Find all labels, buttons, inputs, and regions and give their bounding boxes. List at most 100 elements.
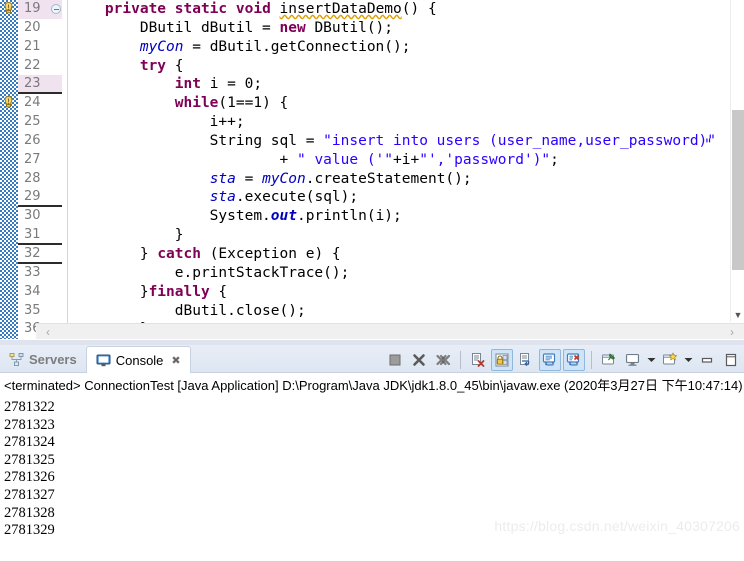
minimize-button[interactable] xyxy=(696,349,718,371)
line-number: 21 xyxy=(24,38,41,54)
editor-gutter-separator xyxy=(67,0,68,339)
pin-console-icon xyxy=(601,352,617,368)
clear-console-icon xyxy=(470,352,486,368)
scroll-lock-icon xyxy=(494,352,510,368)
double-x-mark-icon xyxy=(435,352,451,368)
line-number: 22 xyxy=(24,57,41,73)
remove-all-terminated-button[interactable] xyxy=(432,349,454,371)
code-line: dButil.close(); xyxy=(70,302,306,319)
console-output-line: 2781323 xyxy=(4,416,55,433)
minimize-icon xyxy=(699,352,715,368)
console-output-line: 2781324 xyxy=(4,434,55,451)
view-tab-bar: Servers Console ✖ xyxy=(0,345,744,374)
stop-square-icon xyxy=(387,352,403,368)
code-line: int i = 0; xyxy=(174,76,263,93)
code-line: i++; xyxy=(70,114,245,131)
console-output-line: 2781328 xyxy=(4,504,55,521)
maximize-icon xyxy=(723,352,739,368)
code-line: System.out.println(i); xyxy=(70,208,402,225)
code-fold-collapse-icon[interactable] xyxy=(51,4,61,14)
code-line: String sql = "insert into users (user_na… xyxy=(70,132,717,149)
line-number: 28 xyxy=(24,170,41,186)
line-number-list: 19 20 21 22 23 24 25 26 27 28 29 30 31 32 33 34 35 36 xyxy=(18,0,62,339)
console-output-line: 2781329 xyxy=(4,522,55,539)
source-code-area[interactable]: private static void insertDataDemo() { D… xyxy=(70,0,730,339)
line-number: 33 xyxy=(24,264,41,280)
remove-launch-button[interactable] xyxy=(408,349,430,371)
line-number: 26 xyxy=(24,132,41,148)
line-number: 31 xyxy=(18,226,62,245)
console-output-area[interactable]: <terminated> ConnectionTest [Java Applic… xyxy=(0,373,744,561)
line-number: 19 xyxy=(18,0,62,19)
terminate-button[interactable] xyxy=(384,349,406,371)
separator-1 xyxy=(460,351,461,369)
tab-console[interactable]: Console ✖ xyxy=(85,346,191,374)
console-output-line: 2781322 xyxy=(4,399,55,415)
editor-annotation-ruler[interactable] xyxy=(0,0,18,339)
java-source-editor[interactable]: 19 20 21 22 23 24 25 26 27 28 29 30 31 32 33 34 35 36 !! … xyxy=(0,0,744,339)
code-line: sta.execute(sql); xyxy=(209,189,359,206)
tab-servers[interactable]: Servers xyxy=(0,345,86,373)
open-console-button[interactable] xyxy=(659,349,681,371)
tab-close-icon[interactable]: ✖ xyxy=(171,354,180,367)
open-console-dropdown[interactable] xyxy=(683,349,694,371)
line-number: 25 xyxy=(24,114,41,130)
x-mark-icon xyxy=(411,352,427,368)
code-line: private static void insertDataDemo() { xyxy=(104,1,437,17)
warning-marker-icon[interactable]: ! xyxy=(1,95,17,111)
console-output-line: 2781326 xyxy=(4,469,55,486)
pin-console-button[interactable] xyxy=(598,349,620,371)
console-output-line: 2781325 xyxy=(4,451,55,468)
console-view: Servers Console ✖ <terminated> ConnectionT… xyxy=(0,345,744,561)
line-number: 35 xyxy=(24,302,41,318)
console-icon xyxy=(96,353,111,368)
line-number: 32 xyxy=(18,245,62,264)
code-line: } xyxy=(70,227,184,244)
code-line: sta = myCon.createStatement(); xyxy=(209,170,472,187)
code-line: + " value ('"+i+"','password')"; xyxy=(70,151,559,168)
scroll-lock-button[interactable] xyxy=(491,349,513,371)
clear-console-button[interactable] xyxy=(467,349,489,371)
code-line: }finally { xyxy=(70,283,228,300)
show-console-stderr-icon xyxy=(566,352,582,368)
scroll-left-icon[interactable]: ‹ xyxy=(40,324,56,339)
line-number: 24 xyxy=(24,95,41,111)
show-console-on-output-button[interactable] xyxy=(539,349,561,371)
new-console-icon xyxy=(662,352,678,368)
console-output-lines: 2781322 2781323 2781324 2781325 2781326 27813… xyxy=(0,399,744,540)
console-terminated-header: <terminated> ConnectionTest [Java Applic… xyxy=(4,378,743,393)
tab-label: Servers xyxy=(29,351,77,367)
code-line: myCon = dButil.getConnection(); xyxy=(139,38,411,55)
view-tab-list: Servers Console ✖ xyxy=(0,345,191,374)
line-number: 29 xyxy=(18,188,62,208)
servers-icon xyxy=(9,352,24,367)
code-line: try { xyxy=(139,57,184,74)
display-console-icon xyxy=(625,352,641,368)
warning-marker-icon[interactable]: ! xyxy=(1,1,17,17)
word-wrap-button[interactable] xyxy=(515,349,537,371)
code-line: e.printStackTrace(); xyxy=(70,264,350,281)
line-number: 23 xyxy=(18,75,62,95)
display-selected-console-dropdown[interactable] xyxy=(646,349,657,371)
scroll-right-icon[interactable]: › xyxy=(724,324,740,339)
scroll-down-icon[interactable]: ▼ xyxy=(731,308,744,322)
code-line: while(1==1) { xyxy=(174,95,289,112)
svg-text:!: ! xyxy=(7,4,10,12)
console-toolbar xyxy=(384,347,742,373)
editor-vertical-scrollbar-thumb[interactable] xyxy=(732,110,744,270)
line-number: 30 xyxy=(24,208,41,224)
editor-vertical-scrollbar[interactable]: ▼ xyxy=(730,0,744,322)
line-number: 34 xyxy=(24,283,41,299)
maximize-button[interactable] xyxy=(720,349,742,371)
line-number: 20 xyxy=(24,19,41,35)
svg-text:!: ! xyxy=(7,98,10,106)
console-output-line: 2781327 xyxy=(4,486,55,503)
show-console-on-error-button[interactable] xyxy=(563,349,585,371)
editor-horizontal-scrollbar[interactable]: ‹ › xyxy=(36,323,744,339)
separator-2 xyxy=(591,351,592,369)
line-number: 27 xyxy=(24,151,41,167)
code-line: DButil dButil = new DButil(); xyxy=(70,19,394,36)
code-line: } catch (Exception e) { xyxy=(70,245,341,262)
show-console-stdout-icon xyxy=(542,352,558,368)
display-selected-console-button[interactable] xyxy=(622,349,644,371)
